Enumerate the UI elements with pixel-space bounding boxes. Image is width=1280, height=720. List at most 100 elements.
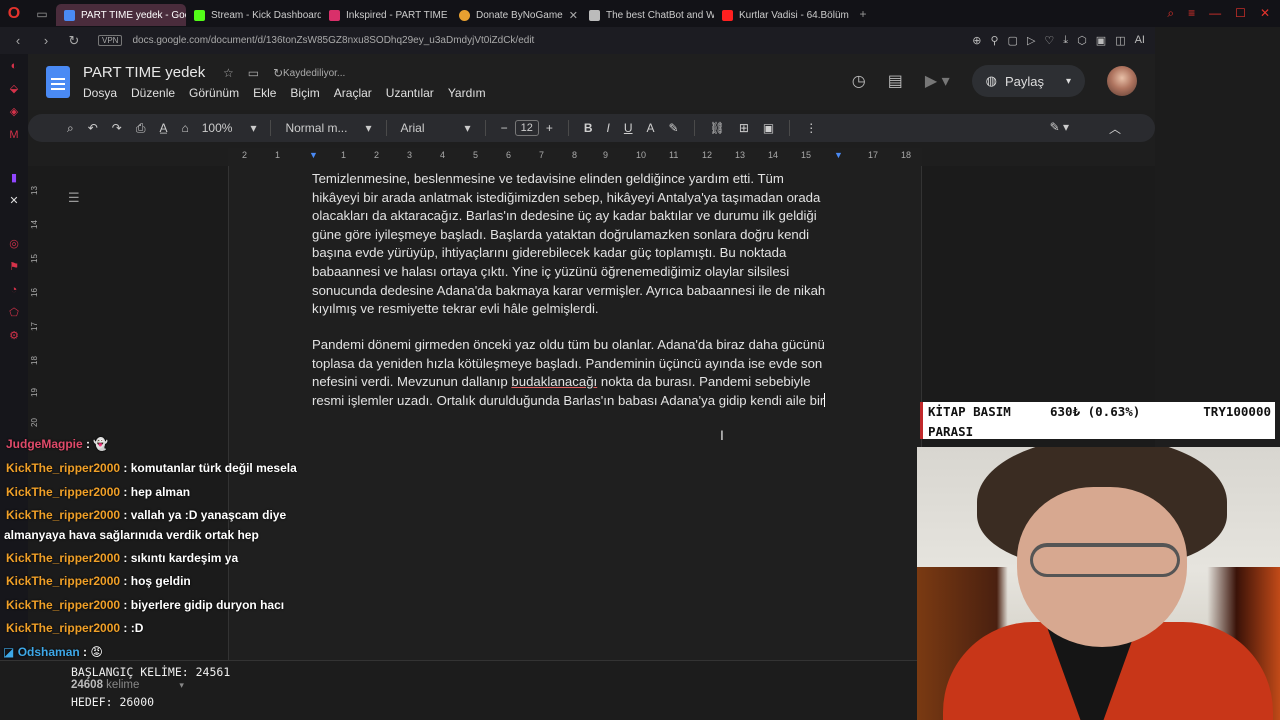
settings-icon[interactable]: ⚙	[0, 324, 28, 347]
indent-marker-icon[interactable]: ▼	[309, 150, 318, 160]
messenger-icon[interactable]: ◈	[0, 100, 28, 123]
history-icon[interactable]: ◔	[0, 278, 28, 301]
font-value: Arial	[400, 121, 425, 135]
document-outline-icon[interactable]: ☰	[68, 190, 80, 206]
pinboard-icon[interactable]: ⚑	[0, 255, 28, 278]
share-button[interactable]: ◍ Paylaş ▾	[971, 65, 1085, 97]
collapse-menus-icon[interactable]: ︿	[1109, 120, 1121, 137]
tab-youtube[interactable]: Kurtlar Vadisi - 64.Bölüm	[714, 4, 849, 26]
move-folder-icon[interactable]: ▭	[248, 66, 259, 80]
style-select[interactable]: Normal m... ▾	[279, 121, 377, 135]
highlight-icon[interactable]: ✎	[662, 121, 686, 135]
capture-icon[interactable]: ◫	[1115, 34, 1125, 47]
twitch-icon[interactable]: ▮	[0, 166, 28, 189]
more-options-icon[interactable]: ⋮	[798, 121, 824, 135]
zoom-icon[interactable]: ⊕	[972, 34, 981, 47]
comment-add-icon[interactable]: ⊞	[732, 121, 756, 135]
vpn-badge[interactable]: VPN	[98, 35, 123, 46]
workspaces-icon[interactable]: ▭	[28, 7, 56, 21]
increase-font-icon[interactable]: +	[539, 121, 560, 135]
play-icon[interactable]: ▷	[1027, 34, 1035, 47]
globe-icon: ◍	[985, 73, 997, 88]
version-history-icon[interactable]: ◷	[852, 71, 866, 91]
print-icon[interactable]: ⎙	[129, 121, 153, 136]
italic-icon[interactable]: I	[600, 121, 617, 135]
aria-ai-icon[interactable]: AI	[1135, 34, 1145, 47]
menu-view[interactable]: Görünüm	[189, 86, 239, 100]
docs-logo-icon[interactable]	[46, 66, 70, 98]
underline-icon[interactable]: U	[617, 121, 640, 135]
pin-icon[interactable]: ⚲	[990, 34, 998, 47]
star-icon[interactable]: ☆	[223, 66, 234, 80]
spellcheck-icon[interactable]: A̲	[152, 121, 174, 135]
wallet-icon[interactable]: ▣	[1096, 34, 1106, 47]
paragraph[interactable]: Pandemi dönemi girmeden önceki yaz oldu …	[312, 336, 832, 410]
gmail-icon[interactable]: M	[0, 123, 28, 146]
close-window-icon[interactable]: ✕	[1260, 6, 1270, 21]
undo-icon[interactable]: ↶	[81, 121, 105, 135]
editing-mode-icon[interactable]: ✎ ▾	[1050, 120, 1069, 137]
crypto-wallet-icon[interactable]: ⬙	[0, 77, 28, 100]
extensions-sidebar-icon[interactable]: ⬠	[0, 301, 28, 324]
tab-label: Inkspired - PART TIME	[346, 9, 448, 21]
misspelled-word[interactable]: budaklanacağı	[511, 374, 597, 389]
aria-icon[interactable]: ◐	[0, 54, 28, 77]
redo-icon[interactable]: ↷	[105, 121, 129, 135]
menu-icon[interactable]: ≡	[1188, 6, 1195, 21]
target-word-count: HEDEF: 26000	[71, 695, 155, 709]
decrease-font-icon[interactable]: −	[494, 121, 515, 135]
minimize-icon[interactable]: —	[1209, 6, 1221, 21]
meet-icon[interactable]: ▶ ▾	[925, 71, 950, 91]
menu-tools[interactable]: Araçlar	[334, 86, 372, 100]
reload-icon[interactable]: ↻	[64, 33, 84, 49]
snapshot-icon[interactable]: ▢	[1008, 34, 1018, 47]
opera-logo-icon[interactable]: O	[0, 0, 28, 27]
link-icon[interactable]: ⛓	[703, 121, 732, 135]
search-menus-icon[interactable]: ⌕	[60, 121, 81, 136]
paragraph[interactable]: Temizlenmesine, beslenmesine ve tedavisi…	[312, 170, 832, 319]
tab-donate[interactable]: Donate ByNoGame ✕	[451, 4, 581, 26]
text-color-icon[interactable]: A	[640, 121, 662, 135]
menu-help[interactable]: Yardım	[448, 86, 486, 100]
forward-icon[interactable]: ›	[36, 33, 56, 48]
right-indent-marker-icon[interactable]: ▼	[834, 150, 843, 160]
image-icon[interactable]: ▣	[756, 121, 781, 135]
menu-format[interactable]: Biçim	[290, 86, 319, 100]
chat-message: KickThe_ripper2000 : biyerlere gidip dur…	[6, 598, 285, 612]
bold-icon[interactable]: B	[577, 121, 600, 135]
download-icon[interactable]: ⤓	[1063, 34, 1068, 47]
search-tabs-icon[interactable]: ⌕	[1167, 6, 1174, 21]
zoom-select[interactable]: 100% ▾	[196, 121, 263, 135]
comments-icon[interactable]: ▤	[888, 71, 903, 91]
chevron-down-icon: ▾	[179, 680, 184, 690]
url-field[interactable]: docs.google.com/document/d/136tonZsW85GZ…	[132, 35, 534, 46]
document-page[interactable]: Temizlenmesine, beslenmesine ve tedavisi…	[228, 166, 922, 720]
close-tab-icon[interactable]: ✕	[569, 9, 578, 22]
menu-edit[interactable]: Düzenle	[131, 86, 175, 100]
menu-insert[interactable]: Ekle	[253, 86, 276, 100]
tab-kick[interactable]: Stream - Kick Dashboard	[186, 4, 321, 26]
menu-file[interactable]: Dosya	[83, 86, 117, 100]
share-dropdown-icon[interactable]: ▾	[1066, 76, 1071, 87]
document-title[interactable]: PART TIME yedek	[83, 64, 205, 81]
new-tab-icon[interactable]: +	[849, 7, 877, 21]
extensions-icon[interactable]: ⬡	[1077, 34, 1087, 47]
speed-dial-icon[interactable]: ◎	[0, 232, 28, 255]
tab-docs[interactable]: PART TIME yedek - Goog	[56, 4, 186, 26]
docs-menubar: Dosya Düzenle Görünüm Ekle Biçim Araçlar…	[83, 86, 486, 100]
paint-format-icon[interactable]: ⌂	[174, 121, 195, 135]
back-icon[interactable]: ‹	[8, 33, 28, 48]
ruler-tick: 11	[669, 150, 679, 160]
menu-extensions[interactable]: Uzantılar	[386, 86, 434, 100]
user-avatar[interactable]	[1107, 66, 1137, 96]
maximize-icon[interactable]: ☐	[1235, 6, 1246, 21]
ruler-tick: 9	[603, 150, 609, 160]
tab-chatbot[interactable]: The best ChatBot and Wid	[581, 4, 714, 26]
x-twitter-icon[interactable]: ✕	[0, 189, 28, 212]
heart-icon[interactable]: ♡	[1044, 34, 1054, 47]
font-size-field[interactable]: 12	[514, 120, 539, 136]
chat-username: KickThe_ripper2000	[6, 551, 121, 565]
current-word-count[interactable]: 24608 kelime ▾	[71, 679, 184, 691]
font-select[interactable]: Arial ▾	[395, 121, 477, 135]
tab-inkspired[interactable]: Inkspired - PART TIME	[321, 4, 451, 26]
